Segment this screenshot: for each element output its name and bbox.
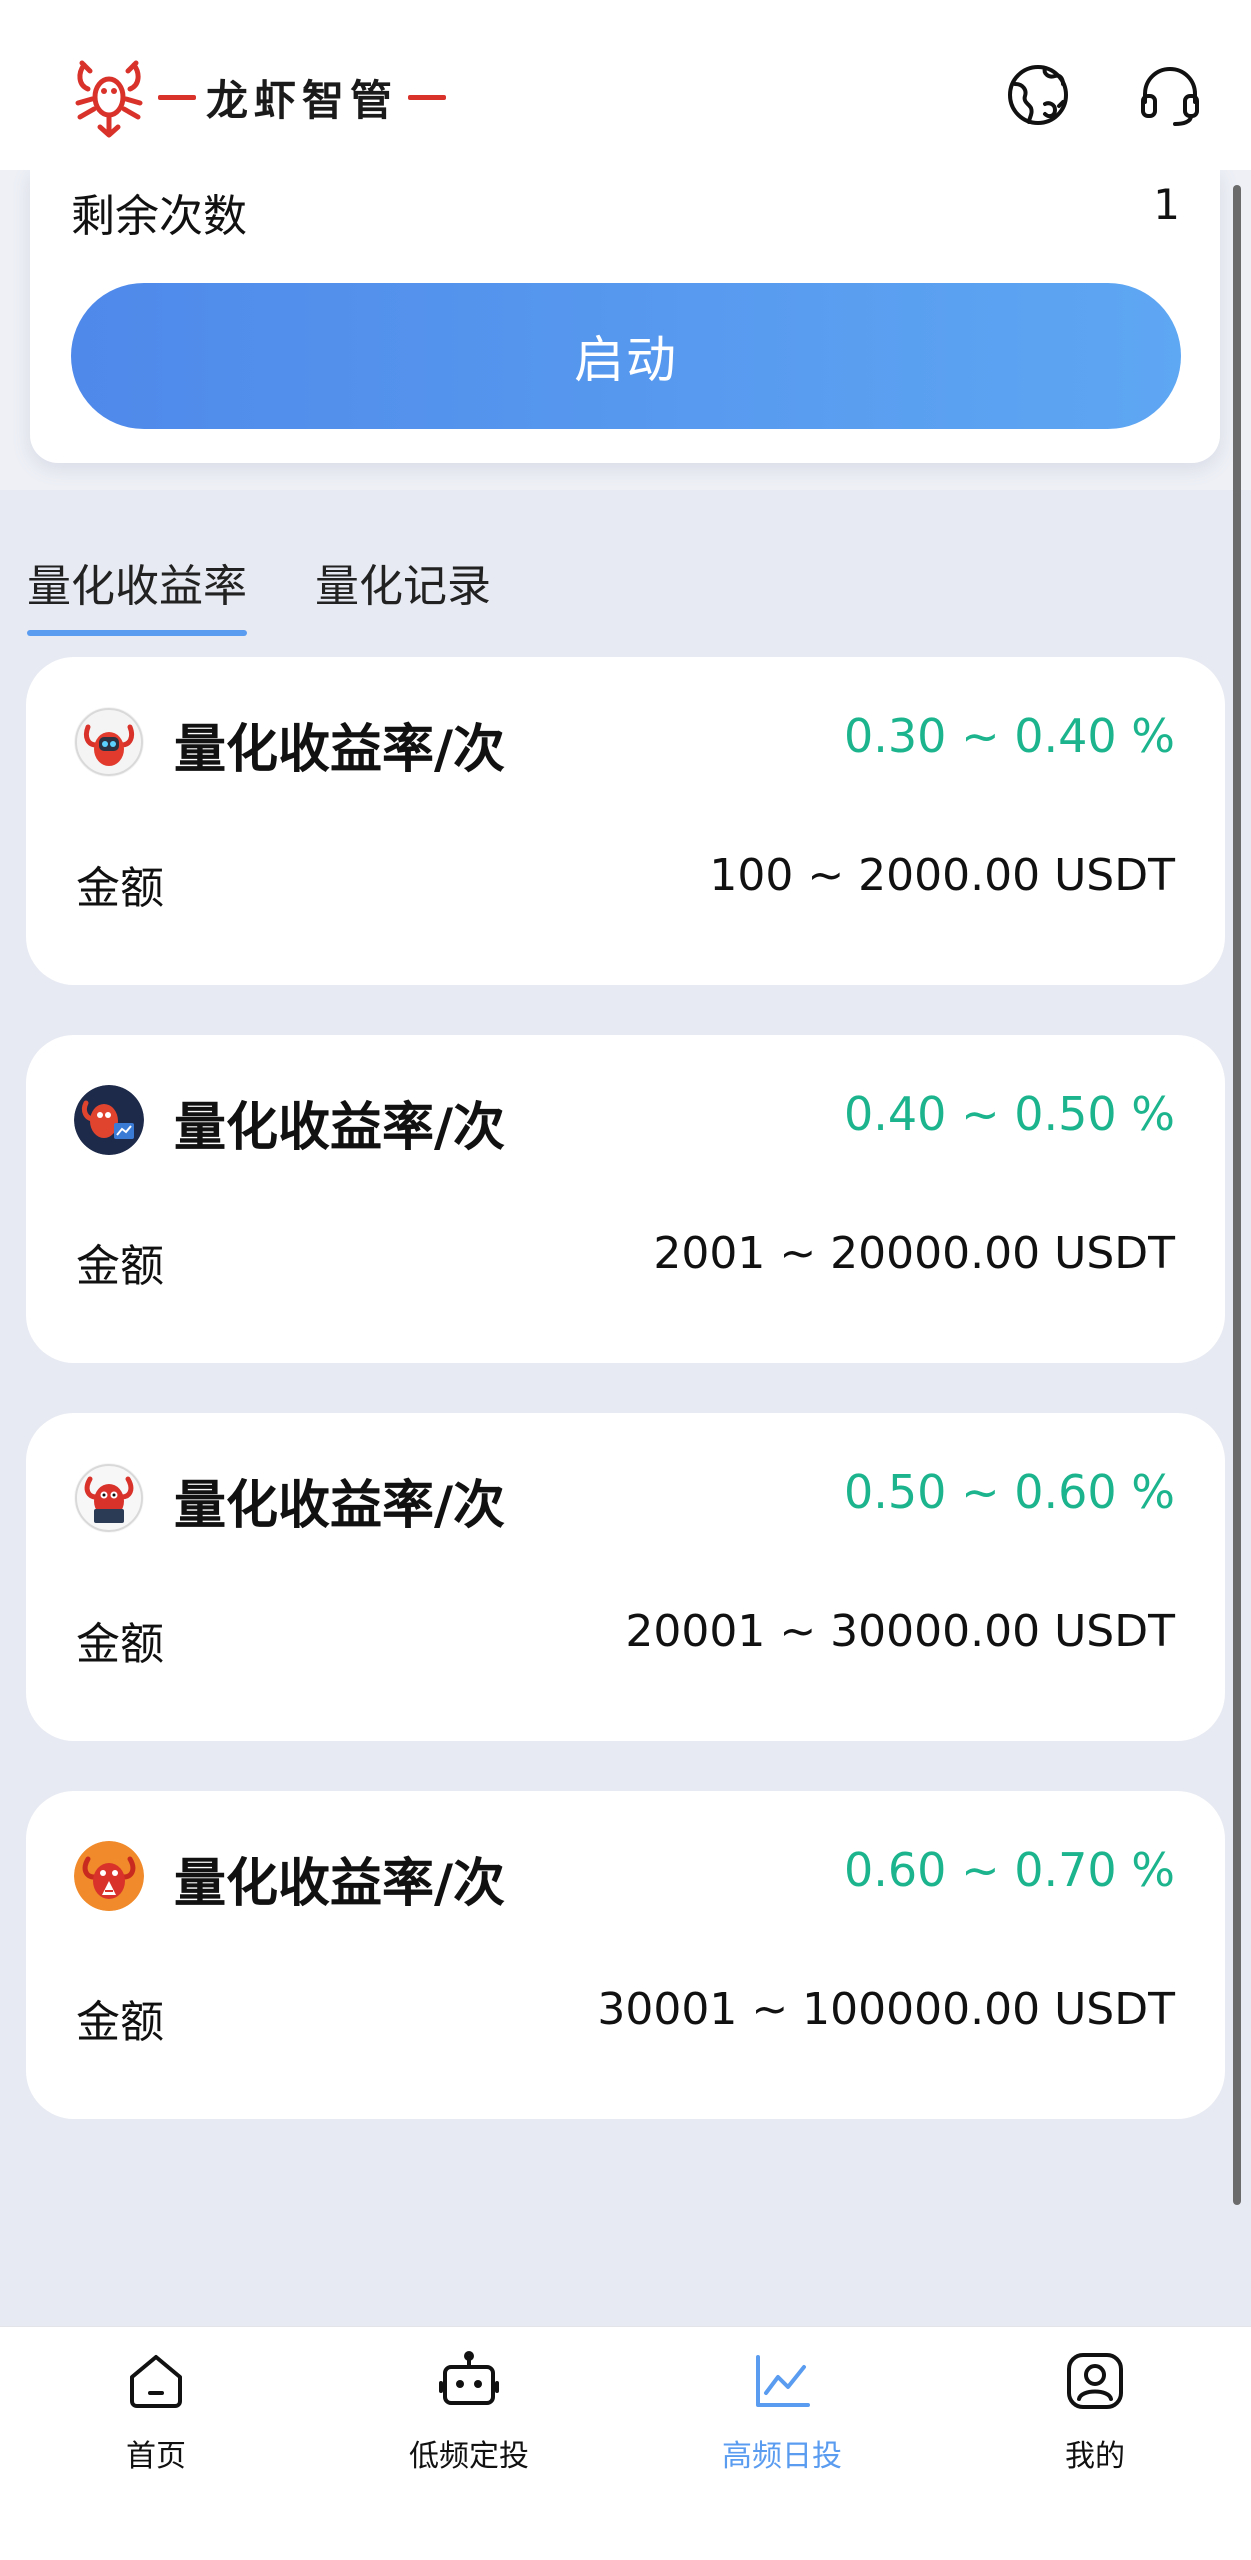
card-amount: 20001 ~ 30000.00 USDT xyxy=(625,1606,1175,1657)
card-title: 量化收益率/次 xyxy=(174,1098,505,1158)
nav-label: 我的 xyxy=(1065,2439,1125,2474)
nav-item-home[interactable]: 首页 xyxy=(56,2349,256,2509)
card-rate: 0.30 ~ 0.40 % xyxy=(844,709,1175,763)
nav-label: 高频日投 xyxy=(722,2439,842,2474)
robot-lobster-avatar xyxy=(74,707,144,777)
start-button[interactable]: 启动 xyxy=(71,283,1181,429)
reading-lobster-avatar xyxy=(74,1463,144,1533)
language-button[interactable] xyxy=(1005,62,1071,128)
scrollbar[interactable] xyxy=(1233,185,1241,2205)
business-lobster-avatar xyxy=(74,1085,144,1155)
app-screen: 龙虾智管 剩余次数 1 启动 量化收益率 量化记录 量化收益率/次 0.30 ~… xyxy=(0,0,1251,2560)
card-rate: 0.50 ~ 0.60 % xyxy=(844,1465,1175,1519)
nav-label: 低频定投 xyxy=(409,2439,529,2474)
card-amount: 2001 ~ 20000.00 USDT xyxy=(653,1228,1175,1279)
nav-item-low-frequency[interactable]: 低频定投 xyxy=(369,2349,569,2509)
customer-service-button[interactable] xyxy=(1137,62,1203,128)
globe-icon xyxy=(1008,65,1068,125)
brand-name: 龙虾智管 xyxy=(206,75,399,125)
app-header: 龙虾智管 xyxy=(0,0,1251,170)
card-amount: 30001 ~ 100000.00 USDT xyxy=(597,1984,1175,2035)
nav-item-profile[interactable]: 我的 xyxy=(995,2349,1195,2509)
tab-quant-yield[interactable]: 量化收益率 xyxy=(27,550,247,636)
start-panel: 剩余次数 1 启动 xyxy=(0,170,1251,490)
rate-card[interactable]: 量化收益率/次 0.60 ~ 0.70 % 金额 30001 ~ 100000.… xyxy=(26,1791,1225,2119)
card-title: 量化收益率/次 xyxy=(174,720,505,780)
logo-dash-right xyxy=(408,94,447,100)
remaining-count-value: 1 xyxy=(1153,180,1180,229)
chart-line-icon xyxy=(756,2355,810,2407)
remaining-count-label: 剩余次数 xyxy=(71,191,247,242)
nav-item-high-frequency[interactable]: 高频日投 xyxy=(682,2349,882,2509)
user-icon xyxy=(1067,2353,1123,2409)
hero-lobster-avatar xyxy=(74,1841,144,1911)
card-amount-label: 金额 xyxy=(76,1997,164,2048)
rate-card[interactable]: 量化收益率/次 0.30 ~ 0.40 % 金额 100 ~ 2000.00 U… xyxy=(26,657,1225,985)
tab-quant-records[interactable]: 量化记录 xyxy=(315,550,491,636)
headset-icon xyxy=(1141,67,1199,126)
card-amount: 100 ~ 2000.00 USDT xyxy=(709,850,1175,901)
card-amount-label: 金额 xyxy=(76,1241,164,1292)
home-icon xyxy=(130,2355,182,2408)
card-rate: 0.40 ~ 0.50 % xyxy=(844,1087,1175,1141)
card-title: 量化收益率/次 xyxy=(174,1476,505,1536)
card-title: 量化收益率/次 xyxy=(174,1854,505,1914)
card-amount-label: 金额 xyxy=(76,863,164,914)
tab-bar: 量化收益率 量化记录 xyxy=(27,550,559,636)
logo-dash-left xyxy=(158,94,196,100)
rate-card[interactable]: 量化收益率/次 0.50 ~ 0.60 % 金额 20001 ~ 30000.0… xyxy=(26,1413,1225,1741)
lobster-logo-icon xyxy=(75,60,143,138)
robot-icon xyxy=(439,2351,499,2405)
card-rate: 0.60 ~ 0.70 % xyxy=(844,1843,1175,1897)
brand-logo: 龙虾智管 xyxy=(70,55,456,139)
start-card: 剩余次数 1 启动 xyxy=(30,170,1220,463)
bottom-nav: 首页 低频定投 高频日投 我的 xyxy=(0,2326,1251,2560)
card-amount-label: 金额 xyxy=(76,1619,164,1670)
nav-label: 首页 xyxy=(126,2439,186,2474)
rate-card[interactable]: 量化收益率/次 0.40 ~ 0.50 % 金额 2001 ~ 20000.00… xyxy=(26,1035,1225,1363)
